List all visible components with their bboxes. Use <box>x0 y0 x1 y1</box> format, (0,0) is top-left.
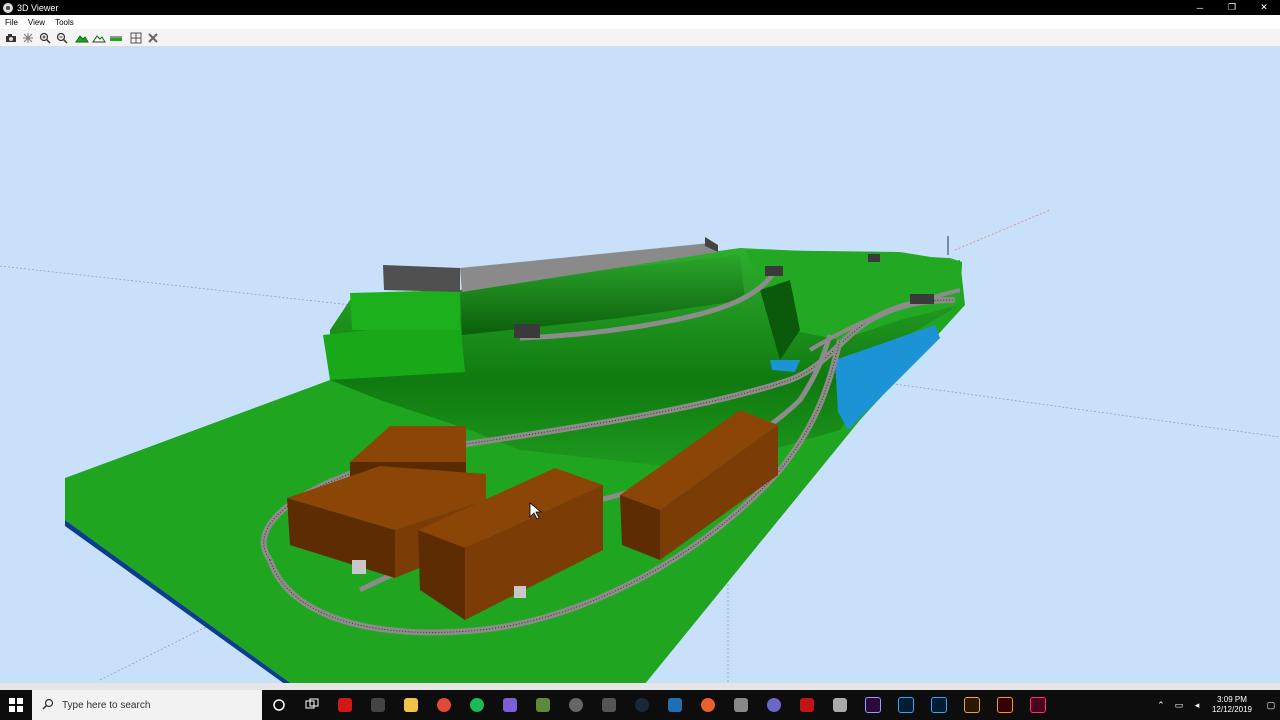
volume-icon[interactable]: ◂ <box>1190 698 1204 712</box>
network-icon[interactable]: ▭ <box>1172 698 1186 712</box>
track-signal <box>352 560 366 574</box>
horizontal-scrollbar[interactable] <box>0 683 1280 690</box>
menu-file[interactable]: File <box>0 18 23 27</box>
minimize-button[interactable]: ─ <box>1184 0 1216 15</box>
grid-line <box>879 381 1280 438</box>
clock-date: 12/12/2019 <box>1211 705 1252 714</box>
restore-button[interactable]: ❐ <box>1216 0 1248 15</box>
window-title: 3D Viewer <box>17 2 59 13</box>
clock-time: 3:09 PM <box>1217 695 1247 704</box>
menu-bar: File View Tools <box>0 15 1280 29</box>
toolbar <box>0 29 1280 47</box>
windows-taskbar: Type here to search ⌃ ▭ ◂ 3:09 PM 12/12/… <box>0 690 1280 720</box>
tunnel-portal <box>868 254 880 262</box>
fit-view-icon[interactable] <box>19 30 36 46</box>
taskbar-search[interactable]: Type here to search <box>32 690 262 720</box>
file-explorer-icon[interactable] <box>394 690 427 720</box>
notification-icon[interactable]: ▢ <box>1264 698 1278 712</box>
app-bolt-icon[interactable] <box>328 690 361 720</box>
axis-line <box>954 209 1051 251</box>
app-orange-icon[interactable] <box>691 690 724 720</box>
tunnel-portal <box>765 266 783 276</box>
close-scene-icon[interactable] <box>144 30 161 46</box>
premiere-icon[interactable] <box>856 690 889 720</box>
clock[interactable]: 3:09 PM 12/12/2019 <box>1212 695 1252 715</box>
spotify-icon[interactable] <box>460 690 493 720</box>
title-bar: 3D Viewer ─ ❐ ✕ <box>0 0 1280 15</box>
chrome-icon[interactable] <box>427 690 460 720</box>
grid-line <box>0 265 361 307</box>
close-button[interactable]: ✕ <box>1248 0 1280 15</box>
grid-icon[interactable] <box>127 30 144 46</box>
app-window-icon[interactable] <box>658 690 691 720</box>
app-tool-icon[interactable] <box>361 690 394 720</box>
track-icon[interactable] <box>107 30 124 46</box>
app-red-icon[interactable] <box>790 690 823 720</box>
app-compass-icon[interactable] <box>559 690 592 720</box>
search-icon <box>42 698 54 713</box>
app-pen-icon[interactable] <box>823 690 856 720</box>
start-button[interactable] <box>0 690 32 720</box>
camera-icon[interactable] <box>2 30 19 46</box>
tunnel-portal <box>910 294 934 304</box>
terrain-wire-icon[interactable] <box>90 30 107 46</box>
app-gear-icon[interactable] <box>724 690 757 720</box>
zoom-in-icon[interactable] <box>36 30 53 46</box>
terrain-icon[interactable] <box>73 30 90 46</box>
water-pond <box>770 360 800 372</box>
grid-line <box>99 619 221 681</box>
wall-side <box>383 265 460 292</box>
minecraft-icon[interactable] <box>526 690 559 720</box>
menu-view[interactable]: View <box>23 18 50 27</box>
app-color-icon[interactable] <box>493 690 526 720</box>
bridge-icon[interactable] <box>955 690 988 720</box>
photoshop-icon[interactable] <box>889 690 922 720</box>
menu-tools[interactable]: Tools <box>50 18 79 27</box>
task-view-icon[interactable] <box>295 690 328 720</box>
skype-icon[interactable] <box>757 690 790 720</box>
3d-viewport[interactable] <box>0 47 1280 690</box>
search-placeholder: Type here to search <box>62 699 151 711</box>
cortana-icon[interactable] <box>262 690 295 720</box>
illustrator-icon[interactable] <box>988 690 1021 720</box>
system-tray: ⌃ ▭ ◂ 3:09 PM 12/12/2019 ▢ <box>1152 690 1280 720</box>
terrace-mid <box>350 290 460 330</box>
steam-icon[interactable] <box>625 690 658 720</box>
chevron-up-icon[interactable]: ⌃ <box>1154 698 1168 712</box>
lightroom-icon[interactable] <box>922 690 955 720</box>
gamepad-icon[interactable] <box>592 690 625 720</box>
indesign-icon[interactable] <box>1021 690 1054 720</box>
app-icon <box>3 2 13 13</box>
layout-scene <box>0 209 1280 690</box>
track-signal <box>514 586 526 598</box>
zoom-out-icon[interactable] <box>53 30 70 46</box>
tunnel-portal <box>514 324 540 338</box>
